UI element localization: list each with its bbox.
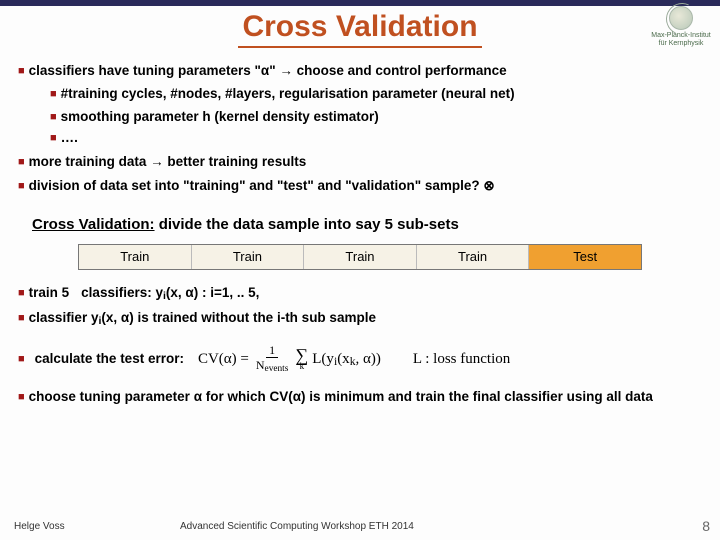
bullet-icon: ■ [18, 156, 25, 168]
txt: (x, α) is trained without the i-th sub s… [101, 310, 376, 325]
sum-lower: k [300, 363, 305, 371]
bullet-classifiers: ■ classifiers have tuning parameters "α" … [18, 62, 702, 80]
txt: calculate the test error: [35, 351, 184, 366]
bullet-text: classifiers have tuning parameters "α" →… [29, 63, 507, 78]
page-number: 8 [690, 518, 720, 534]
cv-seg-train-3: Train [304, 245, 417, 269]
bullet-icon: ■ [50, 111, 57, 123]
txt: classifiers: y [81, 285, 163, 300]
footer-conference: Advanced Scientific Computing Workshop E… [150, 521, 690, 532]
bullet-more-training: ■ more training data → better training re… [18, 153, 702, 171]
formula-frac: 1 Nevents [253, 344, 292, 374]
bullet-classifier-trained-without: ■classifier yi(x, α) is trained without … [18, 309, 702, 328]
cv-heading: Cross Validation: divide the data sample… [32, 215, 702, 235]
bullet-icon: ■ [50, 132, 57, 144]
header: Cross Validation Max-Planck-Institut für… [0, 6, 720, 48]
bullet-choose-tuning: ■ choose tuning parameter α for which CV(… [18, 388, 702, 406]
bullet-sub-smoothing: ■ smoothing parameter h (kernel density e… [50, 108, 702, 126]
cv-seg-test: Test [529, 245, 641, 269]
txt: classifier y [29, 310, 99, 325]
cv-seg-train-2: Train [192, 245, 305, 269]
logo-circle [669, 6, 693, 30]
bullet-sub-etc: ■ …. [50, 129, 702, 147]
txt: train 5 [29, 285, 70, 300]
frac-num: 1 [266, 344, 278, 358]
bullet-text: division of data set into "training" and… [29, 178, 495, 193]
frac-den: Nevents [253, 358, 292, 374]
formula-lhs: CV(α) = [198, 349, 249, 369]
bullet-text: more training data → better training res… [29, 154, 307, 169]
cv-seg-train-4: Train [417, 245, 530, 269]
txt: (x, α) : i=1, .. 5, [166, 285, 259, 300]
bullet-train5: ■train 5classifiers: yi(x, α) : i=1, .. … [18, 284, 702, 303]
bullet-icon: ■ [18, 312, 25, 324]
content: ■ classifiers have tuning parameters "α" … [0, 48, 720, 407]
bullet-sub-training-cycles: ■ #training cycles, #nodes, #layers, regu… [50, 85, 702, 103]
bullet-icon: ■ [18, 353, 25, 365]
bullet-division: ■ division of data set into "training" an… [18, 177, 702, 195]
bullet-icon: ■ [18, 287, 25, 299]
footer-author: Helge Voss [0, 521, 150, 532]
cv-formula: CV(α) = 1 Nevents ∑ k L(yi(xk, α)) [198, 344, 381, 374]
cv-seg-train-1: Train [79, 245, 192, 269]
bullet-test-error: ■ calculate the test error: CV(α) = 1 Nev… [18, 344, 702, 374]
bullet-text: …. [61, 130, 78, 145]
cv-heading-underline: Cross Validation: [32, 216, 155, 233]
bullet-icon: ■ [50, 88, 57, 100]
bullet-text: #training cycles, #nodes, #layers, regul… [61, 86, 515, 101]
bullet-icon: ■ [18, 391, 25, 403]
formula-sum: ∑ k [295, 348, 308, 371]
slide-title: Cross Validation [238, 10, 481, 48]
footer: Helge Voss Advanced Scientific Computing… [0, 518, 720, 534]
bullet-icon: ■ [18, 180, 25, 192]
bullet-icon: ■ [18, 65, 25, 77]
formula-rhs: L(yi(xk, α)) [312, 349, 381, 370]
formula-note: L : loss function [413, 349, 510, 369]
logo-text-2: für Kernphysik [648, 40, 714, 48]
institute-logo: Max-Planck-Institut für Kernphysik [648, 6, 714, 50]
cv-heading-rest: divide the data sample into say 5 sub-se… [155, 216, 459, 233]
cv-split-bar: Train Train Train Train Test [78, 244, 642, 270]
bullet-text: choose tuning parameter α for which CV(α… [29, 389, 653, 404]
bullet-text: smoothing parameter h (kernel density es… [61, 109, 379, 124]
